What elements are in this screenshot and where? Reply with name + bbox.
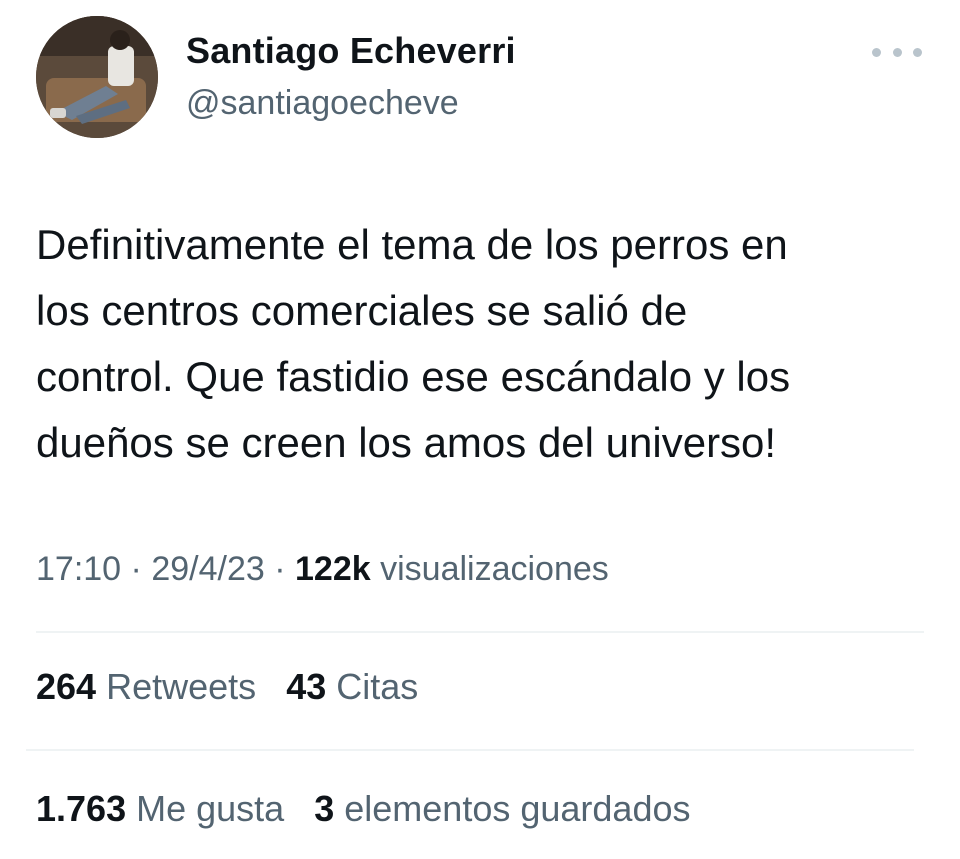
likes-count: 1.763 (36, 788, 127, 829)
likes-stat[interactable]: 1.763 Me gusta (36, 788, 284, 830)
bookmarks-count: 3 (314, 788, 335, 829)
bookmarks-label: elementos guardados (344, 788, 691, 829)
tweet-time[interactable]: 17:10 (36, 550, 121, 588)
tweet-date[interactable]: 29/4/23 (151, 550, 264, 588)
retweets-count: 264 (36, 666, 97, 707)
author-handle[interactable]: @santiagoecheve (186, 84, 459, 123)
more-dot (913, 47, 922, 57)
avatar[interactable] (36, 16, 158, 138)
more-options-icon[interactable] (872, 40, 922, 64)
avatar-image (36, 16, 158, 138)
more-dot (892, 47, 902, 57)
tweet-metadata: 17:10 · 29/4/23 · 122k visualizaciones (36, 550, 609, 589)
engagement-row-likes: 1.763 Me gusta 3 elementos guardados (36, 788, 711, 830)
divider (26, 749, 914, 751)
meta-separator: · (130, 550, 142, 588)
retweets-label: Retweets (106, 666, 257, 707)
quotes-stat[interactable]: 43 Citas (286, 666, 418, 708)
engagement-row-shares: 264 Retweets 43 Citas (36, 666, 438, 708)
tweet-detail: Santiago Echeverri @santiagoecheve Defin… (0, 0, 960, 859)
quotes-label: Citas (336, 666, 419, 707)
quotes-count: 43 (286, 666, 327, 707)
author-display-name[interactable]: Santiago Echeverri (186, 30, 516, 72)
tweet-text: Definitivamente el tema de los perros en… (36, 221, 791, 466)
views-count: 122k (295, 550, 371, 588)
meta-separator: · (274, 550, 286, 588)
retweets-stat[interactable]: 264 Retweets (36, 666, 256, 708)
views-label: visualizaciones (380, 550, 609, 588)
divider (36, 631, 924, 633)
more-dot (872, 47, 881, 57)
likes-label: Me gusta (136, 788, 285, 829)
bookmarks-stat[interactable]: 3 elementos guardados (314, 788, 690, 830)
